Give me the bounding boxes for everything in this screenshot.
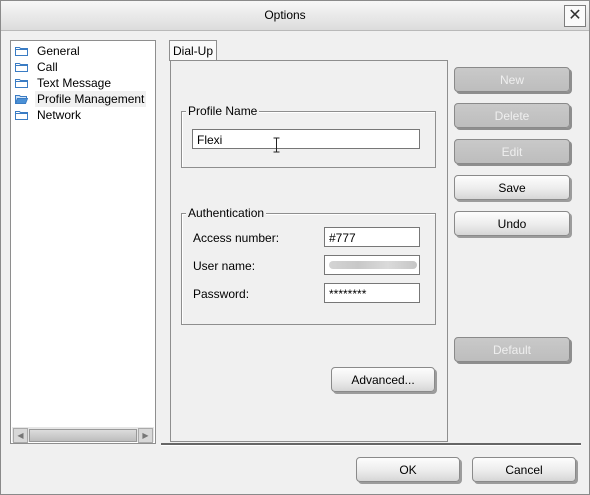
redacted-user-name [329, 261, 417, 269]
save-button[interactable]: Save [454, 175, 570, 200]
options-dialog: Options ✕ General Call Text Message Prof… [0, 0, 590, 495]
folder-icon [15, 47, 28, 56]
profile-name-group: Profile Name Flexi [181, 104, 436, 168]
user-name-input[interactable] [324, 255, 420, 275]
ok-button[interactable]: OK [356, 457, 460, 482]
close-icon[interactable]: ✕ [564, 5, 586, 27]
tree-item-label: Text Message [37, 76, 112, 90]
folder-icon [15, 79, 28, 88]
title-bar: Options ✕ [1, 1, 589, 31]
delete-button[interactable]: Delete [454, 103, 570, 128]
scrollbar-thumb[interactable] [29, 429, 137, 442]
window-title: Options [264, 8, 306, 22]
edit-button[interactable]: Edit [454, 139, 570, 164]
scroll-left-icon[interactable]: ◀ [13, 428, 28, 443]
horizontal-scrollbar[interactable]: ◀ ▶ [12, 427, 154, 443]
folder-icon [15, 63, 28, 72]
footer-separator [161, 443, 581, 446]
profile-name-legend: Profile Name [186, 104, 260, 118]
authentication-legend: Authentication [186, 206, 267, 220]
tree-item-label: Network [37, 108, 82, 122]
text-cursor-icon [273, 137, 280, 153]
category-tree[interactable]: General Call Text Message Profile Manage… [10, 40, 156, 444]
profile-name-input[interactable]: Flexi [192, 129, 420, 149]
new-button[interactable]: New [454, 67, 570, 92]
password-input[interactable]: ******** [324, 283, 420, 303]
cancel-button[interactable]: Cancel [472, 457, 576, 482]
advanced-button[interactable]: Advanced... [331, 367, 435, 392]
authentication-group: Authentication Access number: #777 User … [181, 206, 436, 325]
access-number-input[interactable]: #777 [324, 227, 420, 247]
password-label: Password: [193, 287, 250, 301]
undo-button[interactable]: Undo [454, 211, 570, 236]
folder-icon [15, 111, 28, 120]
tree-item-label: Profile Management [35, 91, 147, 107]
tree-item-label: Call [37, 60, 58, 74]
folder-open-icon [15, 95, 28, 104]
tree-item-label: General [37, 44, 80, 58]
user-name-label: User name: [193, 259, 256, 273]
scroll-right-icon[interactable]: ▶ [138, 428, 153, 443]
default-button[interactable]: Default [454, 337, 570, 362]
access-number-label: Access number: [193, 231, 280, 245]
tab-dial-up[interactable]: Dial-Up [169, 40, 217, 61]
